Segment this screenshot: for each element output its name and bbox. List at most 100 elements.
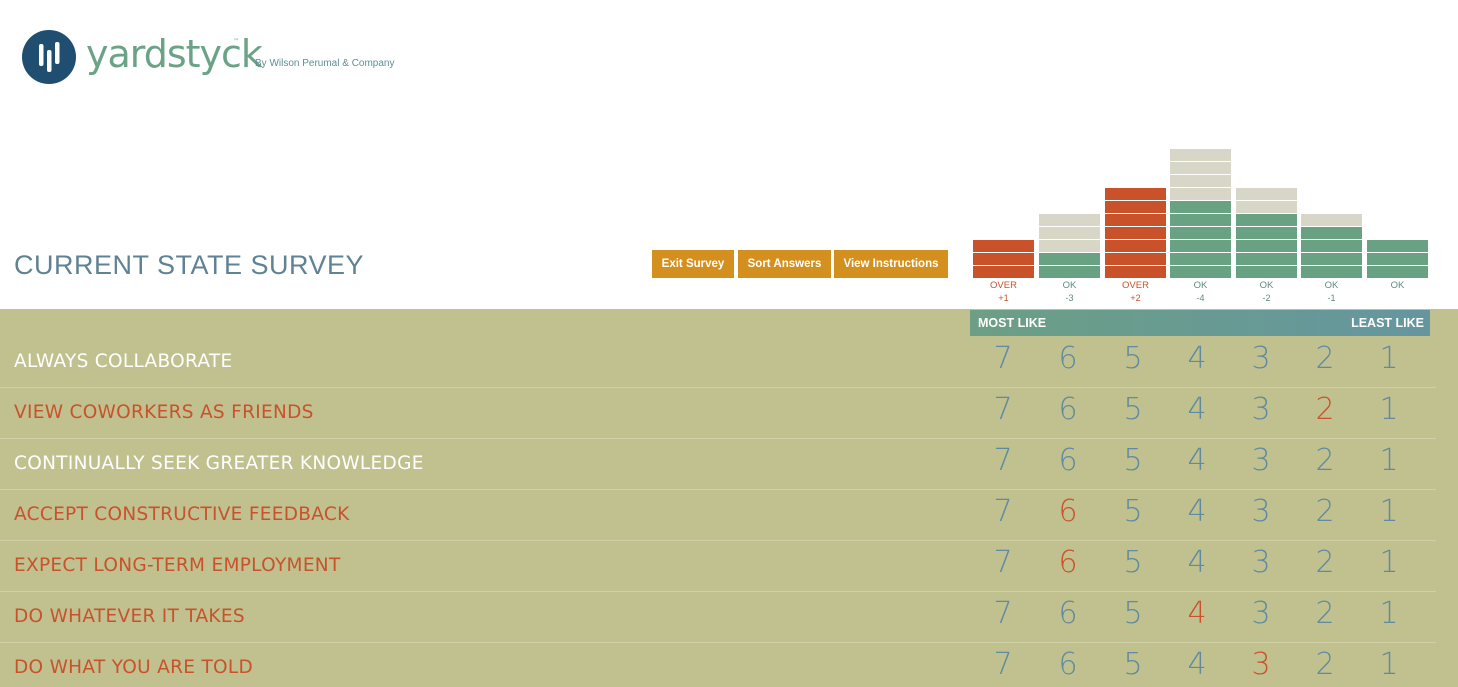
rating-option-1[interactable]: 1	[1369, 545, 1409, 580]
rating-option-3[interactable]: 3	[1241, 596, 1281, 631]
distribution-block	[1105, 188, 1166, 201]
distribution-status-3: OK -2	[1236, 279, 1297, 305]
distribution-status-label: OK	[1062, 280, 1077, 291]
rating-option-4[interactable]: 4	[1177, 545, 1217, 580]
distribution-block	[1170, 266, 1231, 279]
rating-option-2[interactable]: 2	[1305, 596, 1345, 631]
distribution-block	[973, 240, 1034, 253]
rating-option-2[interactable]: 2	[1305, 443, 1345, 478]
rating-option-5[interactable]: 5	[1113, 341, 1153, 376]
rating-option-6[interactable]: 6	[1048, 341, 1088, 376]
rating-option-3[interactable]: 3	[1241, 494, 1281, 529]
distribution-block	[1301, 227, 1362, 240]
distribution-column-2	[1301, 214, 1362, 279]
distribution-block	[1105, 253, 1166, 266]
brand-byline: By Wilson Perumal & Company	[255, 58, 395, 69]
rating-option-7[interactable]: 7	[983, 341, 1023, 376]
rating-option-2[interactable]: 2	[1305, 392, 1345, 427]
distribution-block	[1170, 240, 1231, 253]
rating-option-5[interactable]: 5	[1113, 596, 1153, 631]
distribution-status-label: OK	[1324, 280, 1339, 291]
rating-option-6[interactable]: 6	[1048, 596, 1088, 631]
distribution-block	[1170, 162, 1231, 175]
rating-option-7[interactable]: 7	[983, 443, 1023, 478]
sort-answers-button[interactable]: Sort Answers	[738, 250, 831, 278]
statement-label: ACCEPT CONSTRUCTIVE FEEDBACK	[14, 504, 350, 525]
distribution-diff-label: -1	[1327, 293, 1336, 303]
distribution-block	[1105, 266, 1166, 279]
distribution-block	[1301, 266, 1362, 279]
rating-option-1[interactable]: 1	[1369, 596, 1409, 631]
exit-survey-button[interactable]: Exit Survey	[652, 250, 734, 278]
rating-option-7[interactable]: 7	[983, 392, 1023, 427]
distribution-block	[1236, 188, 1297, 201]
distribution-block	[1105, 214, 1166, 227]
statement-row: ACCEPT CONSTRUCTIVE FEEDBACK 7 6 5 4 3 2 1	[0, 490, 1436, 541]
rating-option-4[interactable]: 4	[1177, 647, 1217, 682]
rating-option-6[interactable]: 6	[1048, 392, 1088, 427]
rating-option-6[interactable]: 6	[1048, 647, 1088, 682]
distribution-status-6: OK -3	[1039, 279, 1100, 305]
rating-option-3[interactable]: 3	[1241, 392, 1281, 427]
statement-row: EXPECT LONG-TERM EMPLOYMENT 7 6 5 4 3 2 1	[0, 541, 1436, 592]
distribution-block	[1367, 240, 1428, 253]
rating-option-3[interactable]: 3	[1241, 545, 1281, 580]
distribution-status-7: OVER +1	[973, 279, 1034, 305]
statement-row: ALWAYS COLLABORATE 7 6 5 4 3 2 1	[0, 337, 1436, 388]
rating-option-6[interactable]: 6	[1048, 494, 1088, 529]
statement-label: VIEW COWORKERS AS FRIENDS	[14, 402, 314, 423]
distribution-block	[1367, 253, 1428, 266]
rating-option-5[interactable]: 5	[1113, 494, 1153, 529]
rating-option-2[interactable]: 2	[1305, 545, 1345, 580]
rating-option-7[interactable]: 7	[983, 494, 1023, 529]
distribution-block	[1170, 175, 1231, 188]
distribution-status-label: OVER	[1122, 280, 1149, 291]
distribution-status-label: OK	[1259, 280, 1274, 291]
rating-option-6[interactable]: 6	[1048, 545, 1088, 580]
distribution-status-label: OVER	[990, 280, 1017, 291]
rating-option-4[interactable]: 4	[1177, 341, 1217, 376]
rating-option-1[interactable]: 1	[1369, 341, 1409, 376]
distribution-block	[1039, 227, 1100, 240]
rating-option-2[interactable]: 2	[1305, 647, 1345, 682]
rating-option-4[interactable]: 4	[1177, 392, 1217, 427]
distribution-block	[1236, 201, 1297, 214]
rating-option-1[interactable]: 1	[1369, 443, 1409, 478]
distribution-status-label: OK	[1390, 280, 1405, 291]
distribution-diff-label: +1	[998, 293, 1009, 303]
rating-option-5[interactable]: 5	[1113, 545, 1153, 580]
distribution-diff-label: -2	[1262, 293, 1271, 303]
rating-option-3[interactable]: 3	[1241, 647, 1281, 682]
rating-option-7[interactable]: 7	[983, 647, 1023, 682]
distribution-column-4	[1170, 149, 1231, 279]
rating-option-3[interactable]: 3	[1241, 341, 1281, 376]
distribution-block	[1236, 240, 1297, 253]
distribution-block	[1039, 240, 1100, 253]
rating-option-5[interactable]: 5	[1113, 443, 1153, 478]
statement-label: CONTINUALLY SEEK GREATER KNOWLEDGE	[14, 453, 424, 474]
rating-option-7[interactable]: 7	[983, 545, 1023, 580]
distribution-block	[1170, 188, 1231, 201]
rating-option-2[interactable]: 2	[1305, 494, 1345, 529]
rating-option-7[interactable]: 7	[983, 596, 1023, 631]
rating-option-1[interactable]: 1	[1369, 392, 1409, 427]
distribution-block	[1170, 214, 1231, 227]
rating-option-4[interactable]: 4	[1177, 443, 1217, 478]
rating-option-4[interactable]: 4	[1177, 494, 1217, 529]
rating-option-2[interactable]: 2	[1305, 341, 1345, 376]
distribution-block	[1170, 149, 1231, 162]
rating-option-3[interactable]: 3	[1241, 443, 1281, 478]
rating-option-1[interactable]: 1	[1369, 647, 1409, 682]
rating-option-1[interactable]: 1	[1369, 494, 1409, 529]
rating-option-6[interactable]: 6	[1048, 443, 1088, 478]
distribution-block	[1105, 227, 1166, 240]
rating-option-5[interactable]: 5	[1113, 647, 1153, 682]
statement-label: DO WHATEVER IT TAKES	[14, 606, 245, 627]
statement-row: CONTINUALLY SEEK GREATER KNOWLEDGE 7 6 5 4 3 2…	[0, 439, 1436, 490]
rating-option-5[interactable]: 5	[1113, 392, 1153, 427]
rating-option-4[interactable]: 4	[1177, 596, 1217, 631]
distribution-block	[1105, 240, 1166, 253]
distribution-status-label: OK	[1193, 280, 1208, 291]
distribution-block	[1039, 266, 1100, 279]
view-instructions-button[interactable]: View Instructions	[834, 250, 948, 278]
